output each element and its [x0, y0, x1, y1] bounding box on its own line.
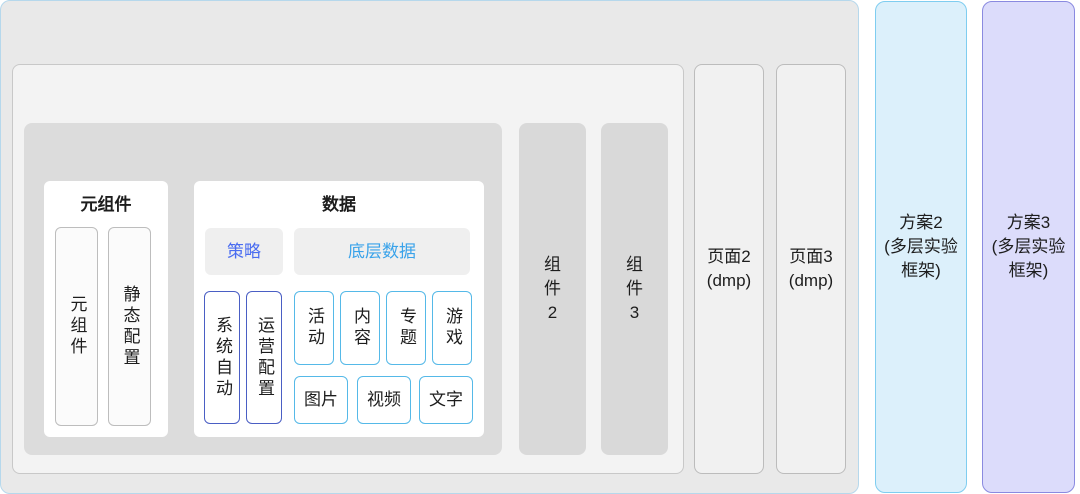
plan2-line1: 方案2: [899, 213, 943, 232]
system-auto-label: 系统自动: [213, 315, 232, 400]
video-tile: 视频: [357, 376, 411, 424]
plan2-line2: (多层实验: [884, 237, 958, 256]
topic-tile: 专题: [386, 291, 426, 365]
strategy-box: 策略: [205, 228, 283, 275]
plan3-line1: 方案3: [1006, 213, 1051, 232]
ops-config-label: 运营配置: [255, 315, 274, 400]
activity-tile: 活动: [294, 291, 334, 365]
bottom-data-box: 底层数据: [294, 228, 470, 275]
activity-label: 活动: [305, 307, 324, 349]
topic-label: 专题: [397, 307, 416, 349]
static-config-label: 静态配置: [120, 284, 140, 369]
content-tile: 内容: [340, 291, 380, 365]
component2-line2: 件: [544, 279, 561, 298]
component2-line3: 2: [547, 303, 558, 322]
text-tile: 文字: [419, 376, 473, 424]
page3-line1: 页面3: [789, 247, 833, 266]
meta-component-box: 元组件: [55, 227, 98, 426]
image-tile: 图片: [294, 376, 348, 424]
plan3-column: 方案3 (多层实验 框架): [982, 1, 1075, 493]
game-label: 游戏: [443, 307, 462, 349]
page3-column: 页面3 (dmp): [776, 64, 846, 474]
game-tile: 游戏: [432, 291, 472, 365]
page3-line2: (dmp): [788, 271, 834, 290]
system-auto-box: 系统自动: [204, 291, 240, 424]
page2-column: 页面2 (dmp): [694, 64, 764, 474]
page2-line2: (dmp): [706, 271, 752, 290]
component3-column: 组 件 3: [601, 123, 668, 455]
static-config-box: 静态配置: [108, 227, 151, 426]
component2-line1: 组: [544, 255, 561, 274]
meta-component-label: 元组件: [67, 295, 87, 358]
plan3-line2: (多层实验: [991, 237, 1066, 256]
data-title: 数据: [322, 194, 356, 214]
plan2-column: 方案2 (多层实验 框架): [875, 1, 967, 493]
content-label: 内容: [351, 307, 370, 349]
plan2-line3: 框架): [901, 261, 941, 280]
component2-column: 组 件 2: [519, 123, 586, 455]
page2-line1: 页面2: [707, 247, 751, 266]
component3-line1: 组: [626, 255, 643, 274]
component3-line3: 3: [629, 303, 640, 322]
plan3-line3: 框架): [1008, 261, 1049, 280]
ops-config-box: 运营配置: [246, 291, 282, 424]
meta-component-title: 元组件: [80, 194, 132, 214]
component3-line2: 件: [626, 279, 643, 298]
